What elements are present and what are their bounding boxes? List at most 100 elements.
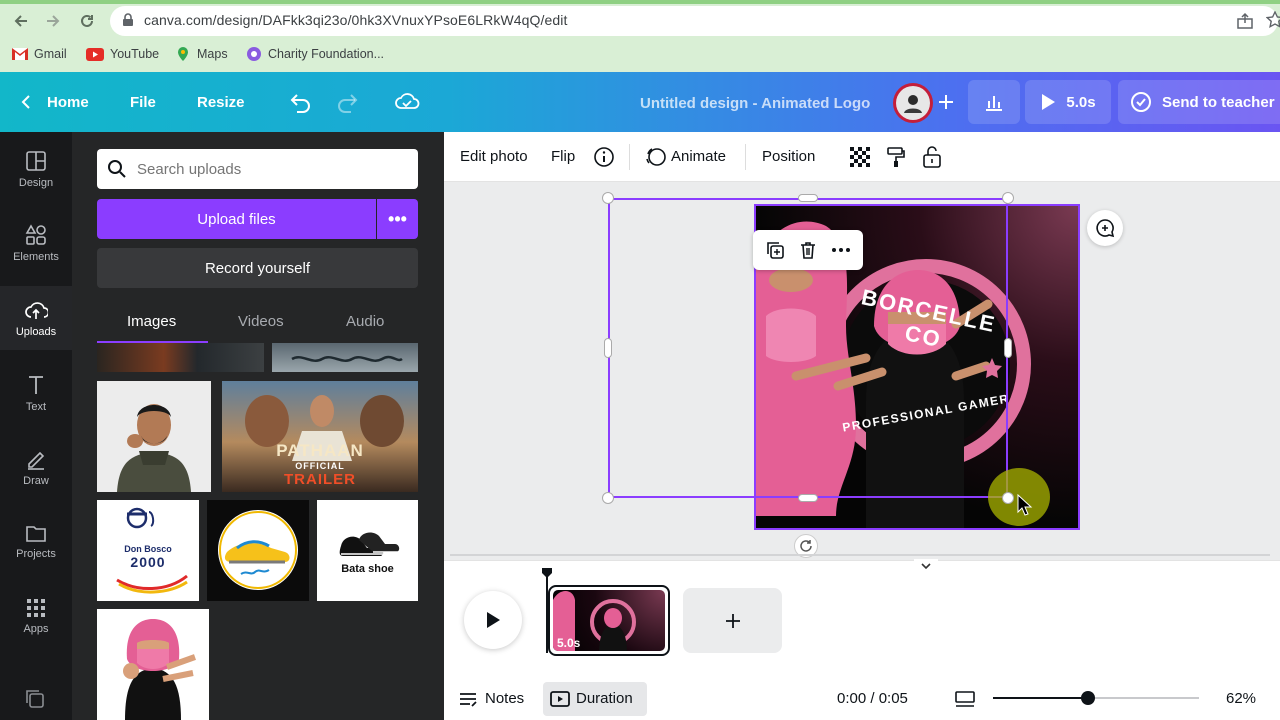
star-icon[interactable] — [1266, 11, 1280, 29]
comment-add-icon — [1096, 219, 1115, 238]
youtube-icon — [86, 47, 104, 61]
animate-icon[interactable] — [645, 146, 667, 168]
flip-button[interactable]: Flip — [551, 148, 575, 165]
info-icon[interactable] — [593, 146, 615, 168]
tab-videos[interactable]: Videos — [238, 313, 284, 330]
rail-item-uploads[interactable]: Uploads — [0, 286, 72, 350]
edit-photo-button[interactable]: Edit photo — [460, 148, 528, 165]
notes-icon[interactable] — [458, 690, 478, 708]
tab-audio[interactable]: Audio — [346, 313, 384, 330]
search-icon — [107, 159, 127, 179]
bottom-bar: Notes Duration 0:00 / 0:05 62% — [444, 680, 1280, 720]
duration-button[interactable]: Duration — [543, 682, 647, 716]
add-comment-button[interactable] — [1087, 210, 1123, 246]
record-yourself-button[interactable]: Record yourself — [97, 248, 418, 288]
resize-handle-tl[interactable] — [602, 192, 614, 204]
bookmark-maps[interactable]: Maps — [175, 45, 228, 63]
rail-item-design[interactable]: Design — [0, 137, 72, 201]
upload-thumb-bata[interactable]: Bata shoe — [317, 500, 418, 601]
element-quick-toolbar — [753, 230, 863, 270]
cloud-upload-icon — [25, 301, 48, 319]
home-button[interactable]: Home — [47, 94, 89, 111]
resize-handle-br[interactable] — [1002, 492, 1014, 504]
divider — [629, 144, 630, 170]
search-box[interactable] — [97, 149, 418, 189]
rotate-icon — [800, 540, 812, 552]
play-icon — [487, 612, 500, 628]
redo-icon[interactable] — [336, 91, 360, 113]
resize-handle-left[interactable] — [604, 338, 612, 358]
upload-thumb-girl[interactable] — [97, 609, 209, 720]
upload-files-button[interactable]: Upload files — [97, 199, 376, 239]
upload-more-button[interactable]: ••• — [377, 199, 418, 239]
page-clip[interactable]: 5.0s — [548, 585, 670, 656]
horizontal-scrollbar[interactable] — [450, 554, 1270, 556]
timeline-play-button[interactable] — [464, 591, 522, 649]
page-view-icon[interactable] — [954, 690, 976, 708]
lock-open-icon[interactable] — [922, 145, 942, 169]
url-text[interactable]: canva.com/design/DAFkk3qi23o/0hk3XVnuxYP… — [144, 12, 568, 28]
rail-item-projects[interactable]: Projects — [0, 509, 72, 573]
bookmark-youtube[interactable]: YouTube — [86, 45, 159, 63]
more-options-icon[interactable] — [831, 240, 851, 260]
send-to-teacher-button[interactable]: Send to teacher — [1118, 80, 1280, 124]
forward-icon[interactable] — [42, 10, 64, 32]
reload-icon[interactable] — [76, 10, 98, 32]
rail-item-apps[interactable]: Apps — [0, 584, 72, 648]
play-icon — [1042, 94, 1056, 110]
copy-icon[interactable] — [24, 688, 46, 710]
rail-item-draw[interactable]: Draw — [0, 435, 72, 499]
design-icon — [26, 150, 46, 171]
upload-thumb-1[interactable] — [97, 343, 264, 372]
timeline-collapse[interactable] — [914, 559, 938, 573]
rail-item-text[interactable]: Text — [0, 361, 72, 425]
gmail-icon — [12, 48, 28, 60]
browser-chrome: canva.com/design/DAFkk3qi23o/0hk3XVnuxYP… — [0, 0, 1280, 72]
resize-handle-bl[interactable] — [602, 492, 614, 504]
tab-images[interactable]: Images — [127, 313, 176, 330]
add-collaborator-icon[interactable] — [936, 92, 956, 112]
upload-thumb-man[interactable] — [97, 381, 211, 492]
resize-handle-top[interactable] — [798, 194, 818, 202]
bookmark-charity[interactable]: Charity Foundation... — [246, 45, 384, 63]
cloud-saved-icon[interactable] — [394, 90, 420, 112]
duplicate-icon[interactable] — [765, 240, 785, 260]
trash-icon[interactable] — [798, 240, 818, 260]
upload-thumb-donbosco[interactable]: Don Bosco 2000 — [97, 500, 199, 601]
back-icon[interactable] — [10, 10, 32, 32]
notes-button[interactable]: Notes — [485, 690, 524, 707]
resize-button[interactable]: Resize — [197, 94, 245, 111]
search-input[interactable] — [137, 160, 397, 178]
share-icon[interactable] — [1236, 12, 1254, 30]
maps-icon — [178, 47, 188, 61]
plus-icon — [725, 613, 740, 628]
file-menu[interactable]: File — [130, 94, 156, 111]
film-icon — [550, 690, 570, 708]
add-page-button[interactable] — [683, 588, 782, 653]
zoom-percent[interactable]: 62% — [1226, 690, 1256, 707]
design-title[interactable]: Untitled design - Animated Logo — [640, 95, 870, 112]
position-button[interactable]: Position — [762, 148, 815, 165]
zoom-slider-thumb[interactable] — [1080, 691, 1095, 705]
upload-thumb-2[interactable] — [272, 343, 418, 372]
play-preview-button[interactable]: 5.0s — [1025, 80, 1111, 124]
resize-handle-right[interactable] — [1004, 338, 1012, 358]
mouse-cursor-icon — [1017, 494, 1033, 516]
upload-thumb-pathaan[interactable]: PATHAAN OFFICIAL TRAILER — [222, 381, 418, 492]
pen-icon — [28, 451, 45, 470]
folder-icon — [26, 525, 46, 542]
time-readout: 0:00 / 0:05 — [837, 690, 908, 707]
avatar[interactable] — [893, 83, 933, 123]
upload-thumb-shoe-logo[interactable] — [207, 500, 309, 601]
paint-roller-icon[interactable] — [886, 146, 906, 168]
transparency-icon[interactable] — [850, 147, 870, 167]
insights-button[interactable] — [968, 80, 1020, 124]
chevron-left-icon[interactable] — [20, 94, 32, 110]
resize-handle-bottom[interactable] — [798, 494, 818, 502]
undo-icon[interactable] — [288, 91, 312, 113]
animate-button[interactable]: Animate — [671, 148, 726, 165]
bookmark-gmail[interactable]: Gmail — [12, 45, 67, 63]
zoom-slider-fill — [993, 697, 1088, 699]
resize-handle-tr[interactable] — [1002, 192, 1014, 204]
rail-item-elements[interactable]: Elements — [0, 211, 72, 275]
